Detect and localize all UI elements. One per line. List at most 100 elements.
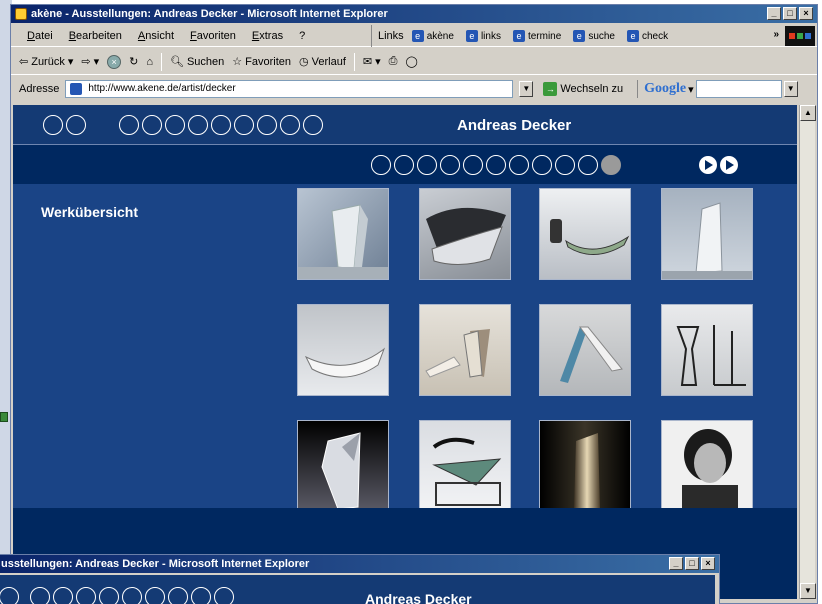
nav-circle[interactable] [119,115,139,135]
thumbnail-square-bowl[interactable] [419,420,511,512]
thumbnail-folded-vase[interactable] [297,188,389,280]
nav-circle[interactable] [99,587,119,604]
nav-circle[interactable] [0,587,19,604]
address-bar: Adresse http://www.akene.de/artist/decke… [11,77,817,101]
minimize-button[interactable]: _ [767,7,781,20]
page-nav-circle[interactable] [555,155,575,175]
favorites-label: Favoriten [245,55,292,68]
menu-tools[interactable]: Extras [244,30,291,42]
link-akene[interactable]: e akène [408,30,458,42]
nav-circle[interactable] [188,115,208,135]
nav-circle[interactable] [66,115,86,135]
search-button[interactable]: 🔍︎ Suchen [170,55,224,69]
link-links[interactable]: e links [462,30,505,42]
nav-circle[interactable] [142,115,162,135]
thumbnail-tall-vase[interactable] [661,188,753,280]
address-label: Adresse [19,83,60,95]
thumbnail-flat-bowl[interactable] [297,304,389,396]
thumbnail-outline-vases[interactable] [661,304,753,396]
chevron-down-icon[interactable]: ▾ [688,83,694,96]
thumbnail-artist-portrait[interactable] [661,420,753,512]
history-button[interactable]: ◷ Verlauf [299,55,346,69]
refresh-button[interactable]: ↻ [129,55,138,68]
google-logo[interactable]: Google [644,81,686,97]
folded-vessel-image [321,432,361,510]
menu-file[interactable]: Datei [19,30,61,42]
minimize-button[interactable]: _ [669,557,683,570]
back-button[interactable]: ⇦ Zurück ▾ [19,55,73,69]
play-icon[interactable] [699,156,717,174]
folded-objects-image [425,329,490,378]
thumbnail-dark-vase[interactable] [539,420,631,512]
page-nav-circle[interactable] [463,155,483,175]
page-nav-circle[interactable] [486,155,506,175]
page-icon: e [573,30,586,42]
scroll-up-button[interactable]: ▲ [800,105,816,121]
nav-circle[interactable] [165,115,185,135]
link-label: links [480,30,501,42]
nav-circle[interactable] [234,115,254,135]
nav-circle[interactable] [43,115,63,135]
flat-bowl-image [304,347,386,378]
page-nav-circle[interactable] [371,155,391,175]
back-arrow-icon: ⇦ [19,56,29,68]
section-nav-secondary [119,115,323,135]
scroll-down-button[interactable]: ▼ [800,583,816,599]
link-label: check [642,30,669,42]
nav-circle[interactable] [303,115,323,135]
favorites-button[interactable]: ☆ Favoriten [232,55,292,69]
page-nav-circle[interactable] [532,155,552,175]
link-termine[interactable]: e termine [509,30,565,42]
menu-help[interactable]: ? [291,30,313,42]
nav-circle[interactable] [122,587,142,604]
home-button[interactable]: ⌂ [146,56,153,68]
page-nav-circle[interactable] [394,155,414,175]
nav-circle[interactable] [145,587,165,604]
thumbnail-arch-sculpture[interactable] [539,304,631,396]
vertical-scrollbar[interactable]: ▲ ▼ [799,105,816,599]
close-button[interactable]: × [799,7,813,20]
thumbnail-folded-objects[interactable] [419,304,511,396]
nav-circle[interactable] [53,587,73,604]
web-page: Andreas Decker Werkübersicht [13,105,797,599]
maximize-button[interactable]: □ [783,7,797,20]
nav-circle[interactable] [168,587,188,604]
google-dropdown-button[interactable]: ▼ [783,81,798,97]
maximize-button[interactable]: □ [685,557,699,570]
page-nav-circle-active[interactable] [601,155,621,175]
nav-circle[interactable] [214,587,234,604]
thumbnail-curved-bowl[interactable] [419,188,511,280]
page-nav-circle[interactable] [578,155,598,175]
page-nav-circle[interactable] [417,155,437,175]
play-icon[interactable] [720,156,738,174]
nav-circle[interactable] [76,587,96,604]
nav-circle[interactable] [280,115,300,135]
print-button[interactable]: ⎙ [389,55,398,68]
address-dropdown-button[interactable]: ▼ [519,81,534,97]
chevron-right-icon[interactable]: » [773,29,779,40]
mail-button[interactable]: ✉ ▾ [363,55,381,68]
menu-favorites[interactable]: Favoriten [182,30,244,42]
menu-edit[interactable]: Bearbeiten [61,30,130,42]
nav-circle[interactable] [211,115,231,135]
address-input[interactable]: http://www.akene.de/artist/decker [65,80,514,98]
link-check[interactable]: e check [623,30,672,42]
thumbnail-glass-dish[interactable] [539,188,631,280]
nav-circle[interactable] [257,115,277,135]
page-nav-circle[interactable] [440,155,460,175]
web-page: Andreas Decker [0,575,715,604]
link-label: suche [588,30,615,42]
thumbnail-folded-vessel[interactable] [297,420,389,512]
link-suche[interactable]: e suche [569,30,619,42]
stop-icon[interactable]: × [107,54,122,69]
nav-circle[interactable] [30,587,50,604]
google-search-input[interactable] [695,80,782,98]
menu-view[interactable]: Ansicht [130,30,182,42]
ie-icon [15,8,27,20]
page-nav-circle[interactable] [509,155,529,175]
close-button[interactable]: × [701,557,715,570]
forward-button[interactable]: ⇨ ▾ [81,55,99,68]
nav-circle[interactable] [191,587,211,604]
messenger-button[interactable]: ◯ [405,55,417,68]
go-button[interactable]: → Wechseln zu [543,82,623,96]
